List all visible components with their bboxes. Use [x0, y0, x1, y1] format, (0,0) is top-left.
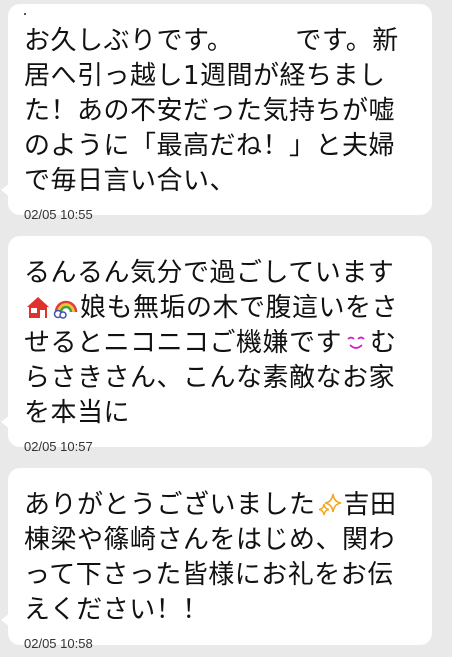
message-text: ありがとうございました 吉田棟梁や篠崎さんをはじめ、関わって下さった皆様にお礼をお…: [24, 488, 416, 628]
message-bubble[interactable]: ありがとうございました 吉田棟梁や篠崎さんをはじめ、関わって下さった皆様にお礼をお…: [1, 468, 432, 651]
message-bubble[interactable]: るんるん気分で過ごしています 娘も無垢の木で腹這いをさせるとニコニコご機嫌です むら…: [1, 236, 432, 454]
chat-screen: お久しぶりです。 です。新居へ引っ越し1週間が経ちました！あの不安だった気持ちが嘘…: [0, 0, 452, 657]
message-timestamp: 02/05 10:57: [24, 439, 93, 454]
message-text: るんるん気分で過ごしています 娘も無垢の木で腹這いをさせるとニコニコご機嫌です むら…: [24, 256, 416, 431]
decorative-dot: [24, 13, 26, 15]
message-text-part: 娘も無垢の木で腹這いをさせるとニコニコご機嫌です: [24, 293, 399, 358]
message-text-part: ありがとうございました: [24, 490, 316, 520]
smiling-face-emoji-icon: [343, 329, 369, 355]
message-text: お久しぶりです。 です。新居へ引っ越し1週間が経ちました！あの不安だった気持ちが嘘…: [24, 24, 416, 199]
message-bubble[interactable]: お久しぶりです。 です。新居へ引っ越し1週間が経ちました！あの不安だった気持ちが嘘…: [1, 4, 432, 222]
message-text-part: お久しぶりです。: [24, 26, 234, 56]
sparkles-emoji-icon: [317, 491, 343, 517]
rainbow-emoji-icon: [53, 294, 79, 320]
message-text-part: るんるん気分で過ごしています: [24, 258, 395, 288]
house-emoji-icon: [25, 294, 51, 320]
message-timestamp: 02/05 10:58: [24, 636, 93, 651]
message-timestamp: 02/05 10:55: [24, 207, 93, 222]
